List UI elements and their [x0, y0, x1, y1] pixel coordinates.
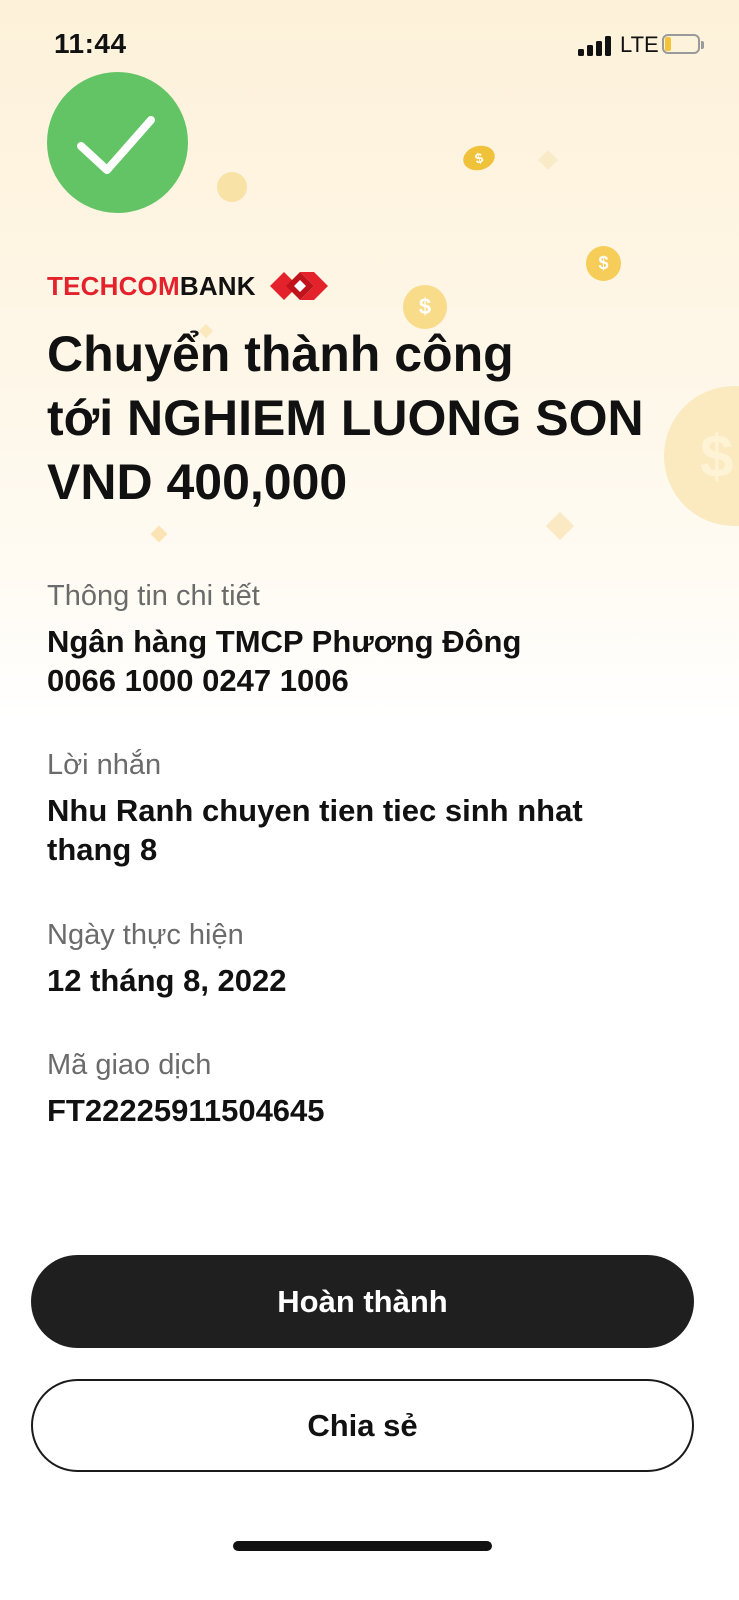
- detail-info-label: Thông tin chi tiết: [47, 580, 260, 612]
- share-button[interactable]: Chia sẻ: [31, 1379, 694, 1472]
- sparkle-icon: [538, 150, 558, 170]
- cellular-signal-icon: [578, 36, 614, 56]
- detail-info-value: Ngân hàng TMCP Phương Đông 0066 1000 024…: [47, 622, 707, 700]
- logo-text-red: TECHCOM: [47, 270, 180, 301]
- message-line-2: thang 8: [47, 832, 158, 867]
- detail-message: Lời nhắn Nhu Ranh chuyen tien tiec sinh …: [47, 746, 707, 869]
- coin-icon: [217, 172, 247, 202]
- title-amount: VND 400,000: [47, 454, 348, 510]
- title-status: Chuyển thành công: [47, 326, 514, 382]
- recipient-account: 0066 1000 0247 1006: [47, 663, 349, 698]
- status-time: 11:44: [54, 28, 127, 59]
- page-title: Chuyển thành công tới NGHIEM LUONG SON V…: [47, 322, 727, 514]
- detail-message-value: Nhu Ranh chuyen tien tiec sinh nhat than…: [47, 791, 707, 869]
- detail-message-label: Lời nhắn: [47, 749, 162, 781]
- techcombank-logo: TECHCOM BANK: [47, 266, 332, 306]
- battery-icon: [662, 34, 704, 56]
- detail-info: Thông tin chi tiết Ngân hàng TMCP Phương…: [47, 577, 707, 700]
- title-recipient: tới NGHIEM LUONG SON: [47, 390, 644, 446]
- logo-text-black: BANK: [179, 270, 256, 301]
- sparkle-icon: [545, 511, 575, 541]
- detail-date-label: Ngày thực hiện: [47, 919, 244, 951]
- transaction-id: FT22225911504645: [47, 1093, 325, 1128]
- techcombank-diamond-icon: [269, 272, 328, 300]
- coin-icon: $: [460, 142, 498, 174]
- detail-date: Ngày thực hiện 12 tháng 8, 2022: [47, 916, 707, 1000]
- network-type: LTE: [620, 32, 659, 57]
- done-button[interactable]: Hoàn thành: [31, 1255, 694, 1348]
- detail-date-value: 12 tháng 8, 2022: [47, 963, 287, 998]
- sparkle-icon: [150, 525, 168, 543]
- recipient-bank: Ngân hàng TMCP Phương Đông: [47, 624, 522, 659]
- battery-level: [665, 37, 671, 51]
- check-circle-icon: [47, 72, 188, 213]
- home-indicator[interactable]: [233, 1541, 492, 1551]
- detail-transaction: Mã giao dịch FT22225911504645: [47, 1046, 707, 1130]
- detail-transaction-label: Mã giao dịch: [47, 1049, 212, 1081]
- message-line-1: Nhu Ranh chuyen tien tiec sinh nhat: [47, 793, 583, 828]
- coin-icon: $: [586, 246, 621, 281]
